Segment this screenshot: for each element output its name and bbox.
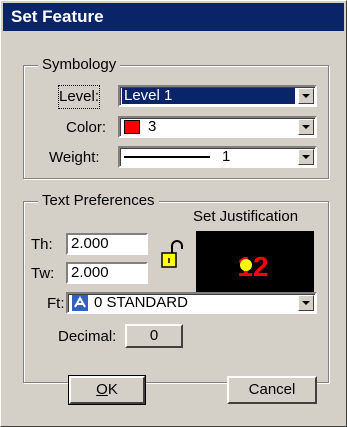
ok-button-label: K [107,381,118,398]
color-value: 3 [148,119,157,135]
color-label: Color: [66,119,107,136]
tw-label: Tw: [31,265,55,282]
chevron-down-icon[interactable] [298,88,314,104]
justification-preview-graphic: 12 [237,251,268,282]
set-feature-dialog: Set Feature Symbology Level: Level 1 Col… [0,0,347,427]
weight-value: 1 [222,149,231,165]
text-preferences-group-title: Text Preferences [38,192,159,210]
color-combo[interactable]: 3 [118,116,317,138]
font-value: 0 STANDARD [94,295,188,311]
weight-combo[interactable]: 1 [118,146,317,168]
lock-open-icon[interactable] [161,239,183,271]
line-weight-icon [124,156,210,159]
decimal-button[interactable]: 0 [125,324,183,348]
chevron-down-icon[interactable] [298,119,314,135]
justification-point [240,259,252,271]
color-swatch-icon [124,120,140,135]
symbology-group-title: Symbology [38,56,121,74]
chevron-down-icon[interactable] [298,295,314,311]
ft-label: Ft: [47,295,65,312]
th-input[interactable]: 2.000 [66,233,148,255]
level-value: Level 1 [122,88,295,104]
ok-button-mnemonic: O [96,381,108,398]
ok-button[interactable]: OK [68,375,146,405]
th-label: Th: [31,236,53,253]
weight-label: Weight: [49,149,100,166]
level-combo[interactable]: Level 1 [118,85,317,107]
level-label: Level: [57,85,101,109]
chevron-down-icon[interactable] [298,149,314,165]
decimal-label: Decimal: [58,328,117,345]
dialog-title: Set Feature [3,3,344,31]
font-icon [72,295,88,311]
justification-preview[interactable]: 12 [196,231,314,295]
tw-input[interactable]: 2.000 [66,262,148,284]
set-justification-label: Set Justification [193,208,299,225]
font-combo[interactable]: 0 STANDARD [66,292,317,314]
cancel-button[interactable]: Cancel [227,376,317,404]
